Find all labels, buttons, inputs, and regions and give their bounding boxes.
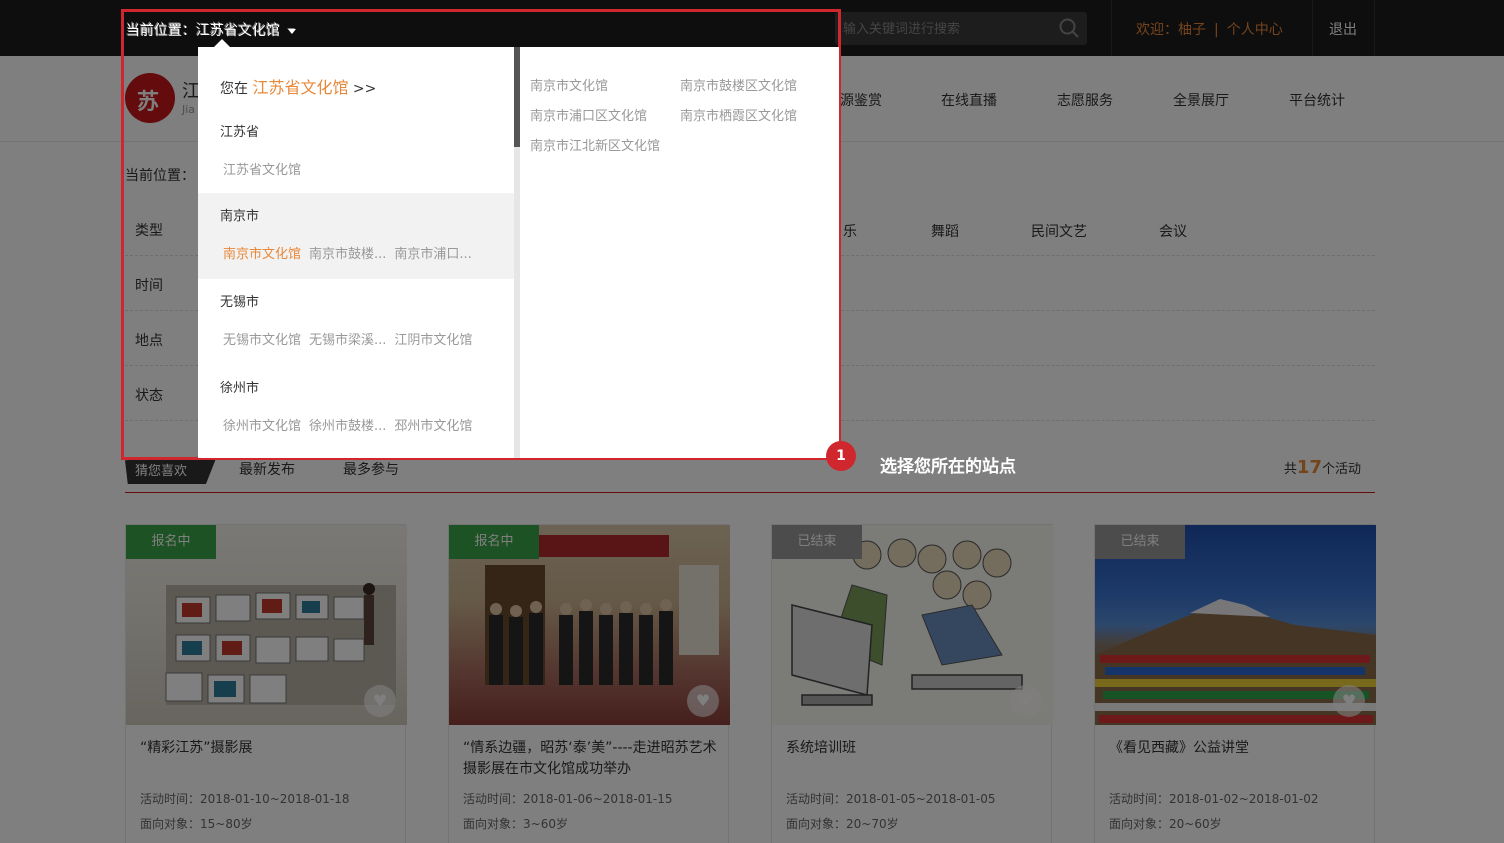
region-name: 江苏省: [220, 125, 260, 140]
step-label: 选择您所在的站点: [880, 457, 1016, 477]
location-value[interactable]: 江苏省文化馆: [196, 23, 280, 39]
site-item[interactable]: 徐州市文化馆: [223, 419, 301, 434]
region-group-nanjing[interactable]: 南京市 南京市文化馆 南京市鼓楼... 南京市浦口...: [198, 193, 514, 279]
site-item[interactable]: 邳州市文化馆: [394, 419, 472, 434]
site-item[interactable]: 南京市浦口...: [394, 247, 471, 262]
region-list: 您在 江苏省文化馆 >> 江苏省 江苏省文化馆 南京市 南京市文化馆 南京市鼓楼.…: [198, 47, 514, 458]
sub-site-item[interactable]: 南京市文化馆: [530, 75, 608, 94]
sub-site-item[interactable]: 南京市江北新区文化馆: [530, 135, 660, 154]
site-item[interactable]: 徐州市鼓楼...: [309, 419, 386, 434]
site-item[interactable]: 南京市鼓楼...: [309, 247, 386, 262]
current-site-line: 您在 江苏省文化馆 >>: [220, 74, 376, 98]
region-name: 徐州市: [220, 381, 260, 396]
current-site-prefix: 您在: [220, 81, 248, 97]
caret-down-icon[interactable]: [288, 28, 296, 34]
site-item[interactable]: 江苏省文化馆: [223, 163, 301, 178]
current-site-name[interactable]: 江苏省文化馆: [252, 78, 348, 97]
region-group-xuzhou[interactable]: 徐州市 徐州市文化馆 徐州市鼓楼... 邳州市文化馆: [198, 365, 514, 451]
location-selector[interactable]: 当前位置：江苏省文化馆: [126, 20, 296, 40]
current-site-suffix: >>: [352, 81, 377, 97]
region-group-jiangsu: 江苏省 江苏省文化馆: [198, 109, 514, 195]
dropdown-arrow: [214, 39, 230, 47]
region-name: 无锡市: [220, 295, 260, 310]
region-group-wuxi[interactable]: 无锡市 无锡市文化馆 无锡市梁溪... 江阴市文化馆: [198, 279, 514, 365]
site-item[interactable]: 江阴市文化馆: [394, 333, 472, 348]
site-item[interactable]: 无锡市梁溪...: [309, 333, 386, 348]
site-dropdown: 您在 江苏省文化馆 >> 江苏省 江苏省文化馆 南京市 南京市文化馆 南京市鼓楼.…: [198, 39, 839, 458]
sub-site-item[interactable]: 南京市鼓楼区文化馆: [680, 75, 797, 94]
sub-site-list: 南京市文化馆 南京市鼓楼区文化馆 南京市浦口区文化馆 南京市栖霞区文化馆 南京市…: [520, 47, 839, 458]
site-item[interactable]: 无锡市文化馆: [223, 333, 301, 348]
site-item[interactable]: 南京市文化馆: [223, 247, 301, 262]
sub-site-item[interactable]: 南京市栖霞区文化馆: [680, 105, 797, 124]
sub-site-item[interactable]: 南京市浦口区文化馆: [530, 105, 647, 124]
step-marker: 1: [826, 441, 856, 471]
region-name: 南京市: [220, 209, 260, 224]
location-label: 当前位置：: [126, 23, 196, 39]
